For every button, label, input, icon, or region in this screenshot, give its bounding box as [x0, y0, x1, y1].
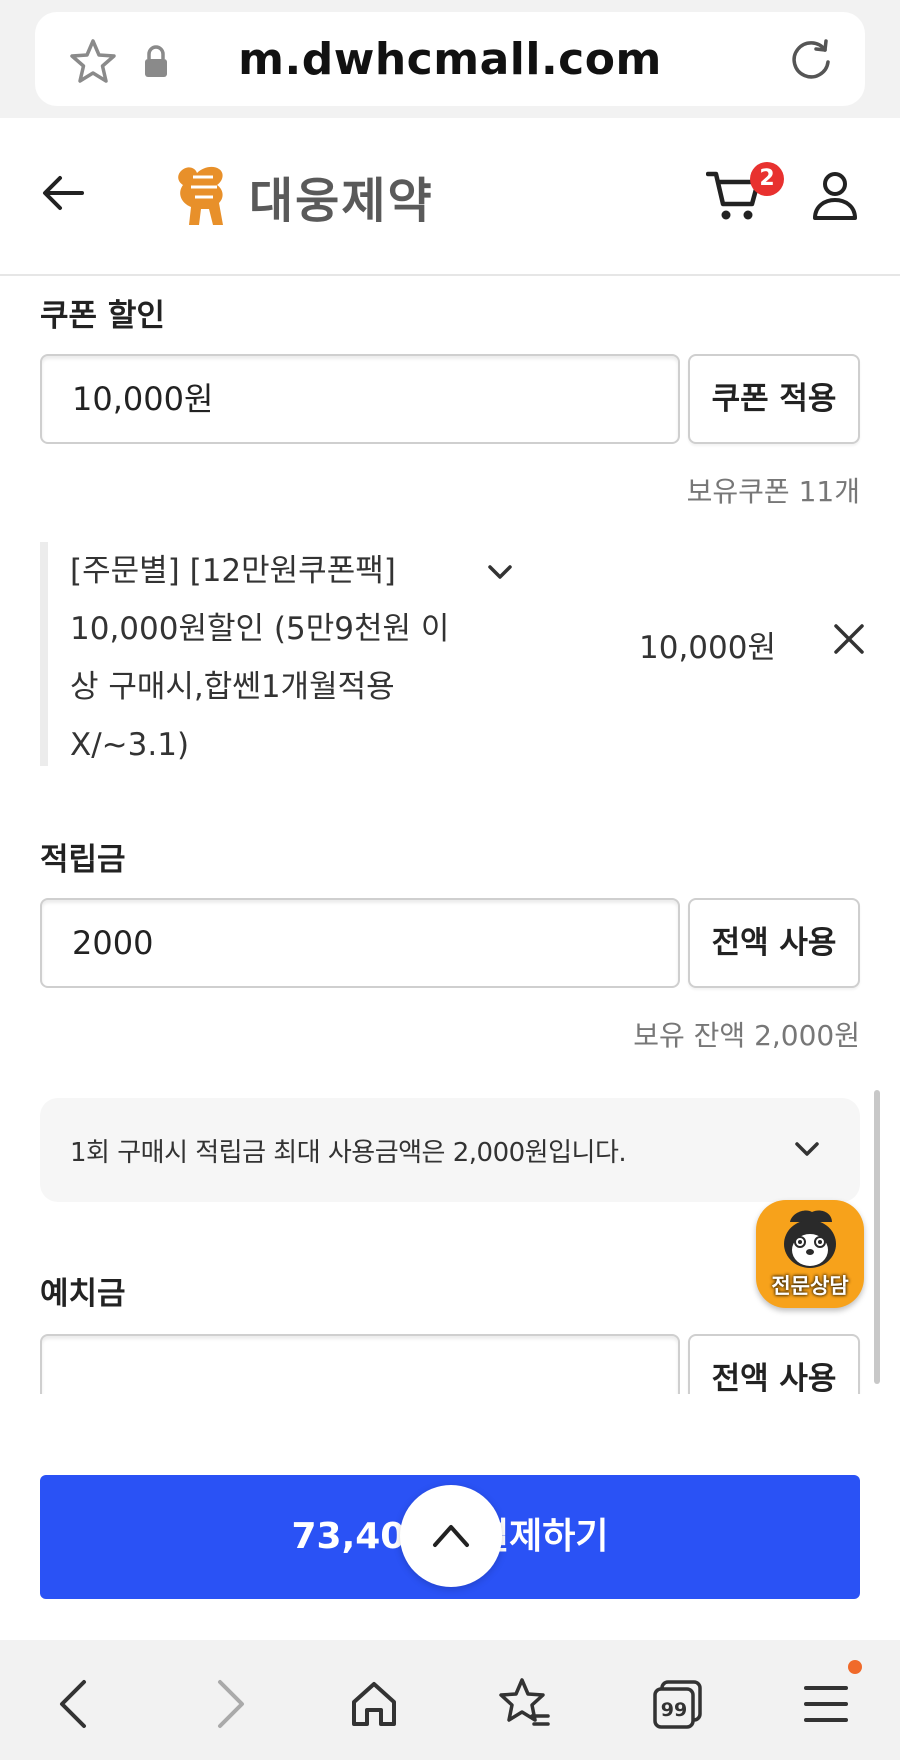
browser-forward-icon[interactable]: [200, 1676, 256, 1732]
apply-coupon-button[interactable]: 쿠폰 적용: [688, 354, 860, 444]
reload-icon[interactable]: [787, 36, 835, 84]
coupon-name: [주문별] [12만원쿠폰팩] 10,000원할인 (5만9천원 이상 구매시,…: [70, 553, 450, 763]
points-section-title: 적립금: [40, 842, 126, 878]
scroll-to-top-button[interactable]: [400, 1485, 502, 1587]
points-balance: 보유 잔액 2,000원: [633, 1019, 860, 1052]
applied-coupon-item: [주문별] [12만원쿠폰팩] 10,000원할인 (5만9천원 이상 구매시,…: [40, 542, 864, 766]
home-icon[interactable]: [346, 1676, 402, 1732]
user-profile-icon[interactable]: [812, 170, 858, 222]
notification-dot: [848, 1660, 862, 1674]
bear-logo-icon: [178, 166, 223, 225]
use-all-deposit-button[interactable]: 전액 사용: [688, 1334, 860, 1394]
coupon-amount-input[interactable]: 10,000원: [40, 354, 680, 444]
deposit-section-title: 예치금: [40, 1276, 126, 1312]
browser-back-icon[interactable]: [48, 1676, 104, 1732]
back-arrow-icon[interactable]: [40, 170, 86, 216]
use-all-points-button[interactable]: 전액 사용: [688, 898, 860, 988]
cart-count-badge: 2: [750, 162, 784, 196]
tabs-icon: 99: [653, 1680, 702, 1729]
chevron-down-icon[interactable]: [794, 1140, 820, 1158]
browser-bottom-nav: 99: [0, 1640, 900, 1760]
menu-icon[interactable]: [798, 1676, 854, 1732]
chevron-down-icon[interactable]: [486, 562, 514, 582]
scrollbar[interactable]: [874, 1090, 880, 1384]
brand-logo[interactable]: 대웅제약: [173, 162, 434, 230]
bear-mascot-icon: [784, 1210, 836, 1268]
browser-address-bar: m.dwhcmall.com: [0, 0, 900, 118]
chevron-up-icon: [433, 1525, 469, 1547]
owned-coupons-count: 보유쿠폰 11개: [686, 475, 860, 508]
close-icon[interactable]: [832, 622, 866, 656]
url-text: m.dwhcmall.com: [238, 34, 662, 85]
points-notice[interactable]: 1회 구매시 적립금 최대 사용금액은 2,000원입니다.: [40, 1098, 860, 1202]
deposit-input[interactable]: [40, 1334, 680, 1394]
coupon-discount-amount: 10,000원: [639, 630, 776, 666]
tabs-count: 99: [661, 1699, 687, 1721]
points-notice-text: 1회 구매시 적립금 최대 사용금액은 2,000원입니다.: [70, 1138, 627, 1168]
bookmarks-icon[interactable]: [496, 1676, 552, 1732]
app-header: 대웅제약 2: [0, 118, 900, 276]
expert-consult-button[interactable]: 전문상담: [756, 1200, 864, 1308]
coupon-section-title: 쿠폰 할인: [40, 298, 165, 334]
points-input[interactable]: 2000: [40, 898, 680, 988]
page: m.dwhcmall.com 대웅제약 2 쿠폰 할인 10,000원 쿠폰 적…: [0, 0, 900, 1760]
tabs-button[interactable]: 99: [650, 1676, 706, 1732]
expert-consult-label: 전문상담: [771, 1274, 849, 1298]
url-field[interactable]: m.dwhcmall.com: [35, 12, 865, 106]
brand-name: 대웅제약: [249, 173, 434, 229]
